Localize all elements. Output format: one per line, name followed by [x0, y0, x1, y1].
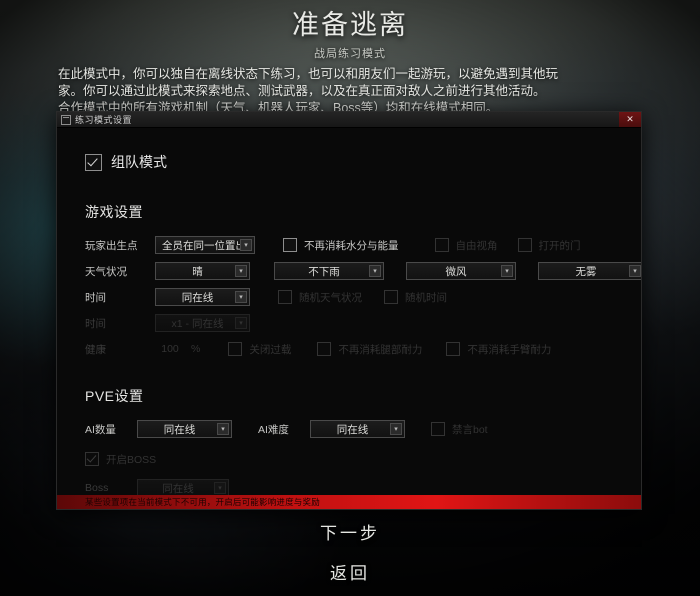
chevron-down-icon: ▾	[235, 291, 247, 303]
ai-count-select[interactable]: 同在线 ▾	[137, 420, 232, 438]
warning-banner: 某些设置项在当前模式下不可用，开启后可能影响进度与奖励	[57, 495, 641, 509]
warning-banner-text: 某些设置项在当前模式下不可用，开启后可能影响进度与奖励	[85, 497, 320, 507]
weather-label: 天气状况	[85, 265, 127, 278]
page-subtitle: 战局练习模式	[314, 48, 386, 60]
enable-boss-checkbox-wrap[interactable]: 开启BOSS	[85, 452, 156, 467]
free-camera-checkbox[interactable]	[434, 238, 449, 252]
boss-label: Boss	[85, 482, 109, 494]
enable-boss-label: 开启BOSS	[106, 453, 157, 466]
open-doors-label: 打开的门	[538, 239, 581, 252]
ai-row: AI数量 同在线 ▾ AI难度 同在线 ▾ 禁言bot	[85, 419, 613, 439]
spawn-row: 玩家出生点 全员在同一位置出 ▾ 不再消耗水分与能量 自由视角 打开的门	[85, 235, 613, 255]
open-doors-checkbox[interactable]	[517, 238, 532, 252]
random-weather-checkbox[interactable]	[278, 290, 292, 304]
chevron-down-icon: ▾	[217, 423, 229, 435]
ai-count-label: AI数量	[85, 423, 116, 436]
enable-boss-checkbox[interactable]	[85, 452, 99, 466]
time-scale-label: 时间	[85, 317, 106, 330]
chevron-down-icon: ▾	[369, 265, 381, 277]
close-icon[interactable]: ✕	[619, 112, 641, 127]
free-camera-label: 自由视角	[455, 239, 498, 252]
time-scale-select[interactable]: x1 - 同在线 ▾	[155, 314, 250, 332]
chevron-down-icon: ▾	[501, 265, 513, 277]
dialog-titlebar[interactable]: 练习模式设置 ✕	[57, 112, 641, 128]
time-scale-row: 时间 x1 - 同在线 ▾	[85, 313, 613, 333]
weather-wind-value: 微风	[445, 265, 467, 278]
practice-mode-settings-dialog: 练习模式设置 ✕ 组队模式 游戏设置 玩家出生点 全员在同一位置出 ▾ 不再消耗…	[56, 111, 642, 510]
random-time-checkbox-wrap[interactable]: 随机时间	[384, 290, 447, 305]
no-leg-stamina-checkbox-wrap[interactable]: 不再消耗腿部耐力	[317, 342, 422, 357]
dialog-body: 组队模式 游戏设置 玩家出生点 全员在同一位置出 ▾ 不再消耗水分与能量 自由视…	[57, 128, 641, 509]
next-button[interactable]: 下一步	[0, 523, 700, 545]
pve-settings-heading: PVE设置	[85, 388, 144, 404]
time-label: 时间	[85, 291, 106, 304]
chevron-down-icon: ▾	[235, 265, 247, 277]
dialog-title: 练习模式设置	[75, 115, 133, 125]
weather-row: 天气状况 晴 ▾ 不下雨 ▾ 微风 ▾ 无雾 ▾	[85, 261, 641, 281]
random-weather-checkbox-wrap[interactable]: 随机天气状况	[278, 290, 362, 305]
time-select-value: 同在线	[181, 291, 214, 304]
no-leg-stamina-label: 不再消耗腿部耐力	[338, 343, 423, 356]
health-label: 健康	[85, 343, 106, 356]
time-row: 时间 同在线 ▾ 随机天气状况 随机时间	[85, 287, 613, 307]
description-line-1: 在此模式中，你可以独自在离线状态下练习，也可以和朋友们一起游玩，以避免遇到其他玩	[58, 67, 559, 81]
free-camera-checkbox-wrap[interactable]: 自由视角	[434, 238, 498, 253]
weather-sky-value: 晴	[192, 265, 203, 278]
spawn-select[interactable]: 全员在同一位置出 ▾	[155, 236, 255, 254]
no-arm-stamina-label: 不再消耗手臂耐力	[467, 343, 552, 356]
random-weather-label: 随机天气状况	[299, 291, 362, 304]
enable-boss-row: 开启BOSS	[85, 449, 613, 469]
ai-difficulty-value: 同在线	[336, 423, 369, 436]
team-mode-label: 组队模式	[111, 154, 167, 170]
weather-wind-select[interactable]: 微风 ▾	[406, 262, 516, 280]
no-hydration-checkbox-wrap[interactable]: 不再消耗水分与能量	[283, 238, 399, 253]
no-leg-stamina-checkbox[interactable]	[317, 342, 332, 356]
chevron-down-icon: ▾	[629, 265, 641, 277]
spawn-label: 玩家出生点	[85, 239, 138, 252]
health-unit: %	[191, 343, 201, 355]
chevron-down-icon: ▾	[235, 317, 247, 329]
footer-actions: 下一步 返回	[0, 523, 700, 585]
no-overload-checkbox[interactable]	[228, 342, 243, 356]
no-arm-stamina-checkbox-wrap[interactable]: 不再消耗手臂耐力	[446, 342, 551, 357]
team-mode-row: 组队模式	[85, 152, 613, 172]
weather-fog-select[interactable]: 无雾 ▾	[538, 262, 641, 280]
health-row: 健康 100 % 关闭过载 不再消耗腿部耐力 不再消耗手臂耐力	[85, 339, 613, 359]
time-select[interactable]: 同在线 ▾	[155, 288, 250, 306]
open-doors-checkbox-wrap[interactable]: 打开的门	[517, 238, 581, 253]
boss-select-value: 同在线	[162, 482, 194, 495]
mute-bot-label: 禁言bot	[452, 423, 488, 436]
no-overload-checkbox-wrap[interactable]: 关闭过载	[228, 342, 291, 357]
description-line-2: 家。你可以通过此模式来探索地点、测试武器，以及在真正面对敌人之前进行其他活动。	[58, 84, 546, 98]
no-hydration-label: 不再消耗水分与能量	[304, 239, 399, 252]
random-time-label: 随机时间	[405, 291, 447, 304]
weather-rain-select[interactable]: 不下雨 ▾	[274, 262, 384, 280]
time-scale-select-value: x1 - 同在线	[171, 317, 224, 330]
mute-bot-checkbox[interactable]	[431, 422, 445, 436]
weather-rain-value: 不下雨	[308, 265, 340, 278]
back-button[interactable]: 返回	[0, 563, 700, 585]
mute-bot-checkbox-wrap[interactable]: 禁言bot	[431, 422, 488, 437]
mode-description: 在此模式中，你可以独自在离线状态下练习，也可以和朋友们一起游玩，以避免遇到其他玩…	[58, 66, 648, 117]
weather-fog-value: 无雾	[575, 265, 597, 278]
page-title: 准备逃离	[292, 10, 408, 40]
weather-sky-select[interactable]: 晴 ▾	[155, 262, 250, 280]
page-header: 准备逃离 战局练习模式	[0, 8, 700, 61]
game-settings-heading: 游戏设置	[85, 204, 143, 220]
window-icon	[61, 114, 71, 125]
chevron-down-icon: ▾	[390, 423, 402, 435]
team-mode-checkbox[interactable]	[85, 153, 102, 171]
ai-difficulty-label: AI难度	[258, 423, 289, 436]
chevron-down-icon: ▾	[240, 239, 252, 251]
ai-difficulty-select[interactable]: 同在线 ▾	[310, 420, 405, 438]
chevron-down-icon: ▾	[214, 482, 226, 494]
no-overload-label: 关闭过载	[249, 343, 292, 356]
ai-count-value: 同在线	[163, 423, 196, 436]
no-hydration-checkbox[interactable]	[283, 238, 297, 252]
no-arm-stamina-checkbox[interactable]	[446, 342, 461, 356]
health-value[interactable]: 100	[155, 343, 185, 355]
random-time-checkbox[interactable]	[384, 290, 398, 304]
